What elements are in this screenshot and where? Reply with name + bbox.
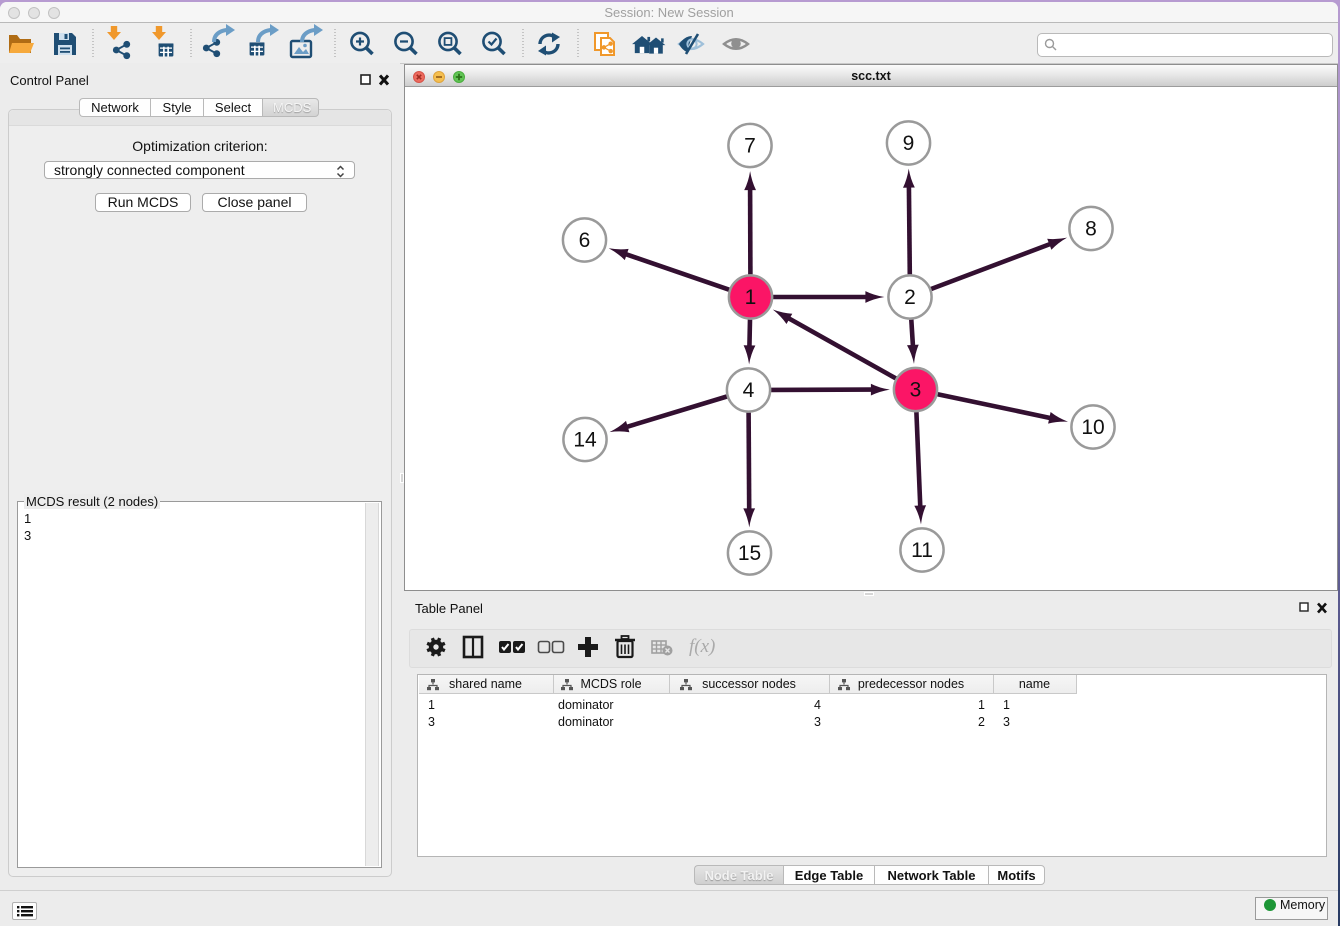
svg-text:1: 1 [745,286,757,309]
svg-text:8: 8 [1085,218,1097,241]
svg-text:9: 9 [903,132,915,155]
svg-text:4: 4 [743,379,755,402]
svg-text:15: 15 [738,542,761,565]
svg-text:6: 6 [579,229,591,252]
svg-text:10: 10 [1081,416,1104,439]
svg-text:3: 3 [910,379,922,402]
svg-text:2: 2 [904,286,916,309]
svg-text:14: 14 [573,429,597,452]
svg-text:11: 11 [911,539,933,562]
svg-text:7: 7 [744,135,756,158]
